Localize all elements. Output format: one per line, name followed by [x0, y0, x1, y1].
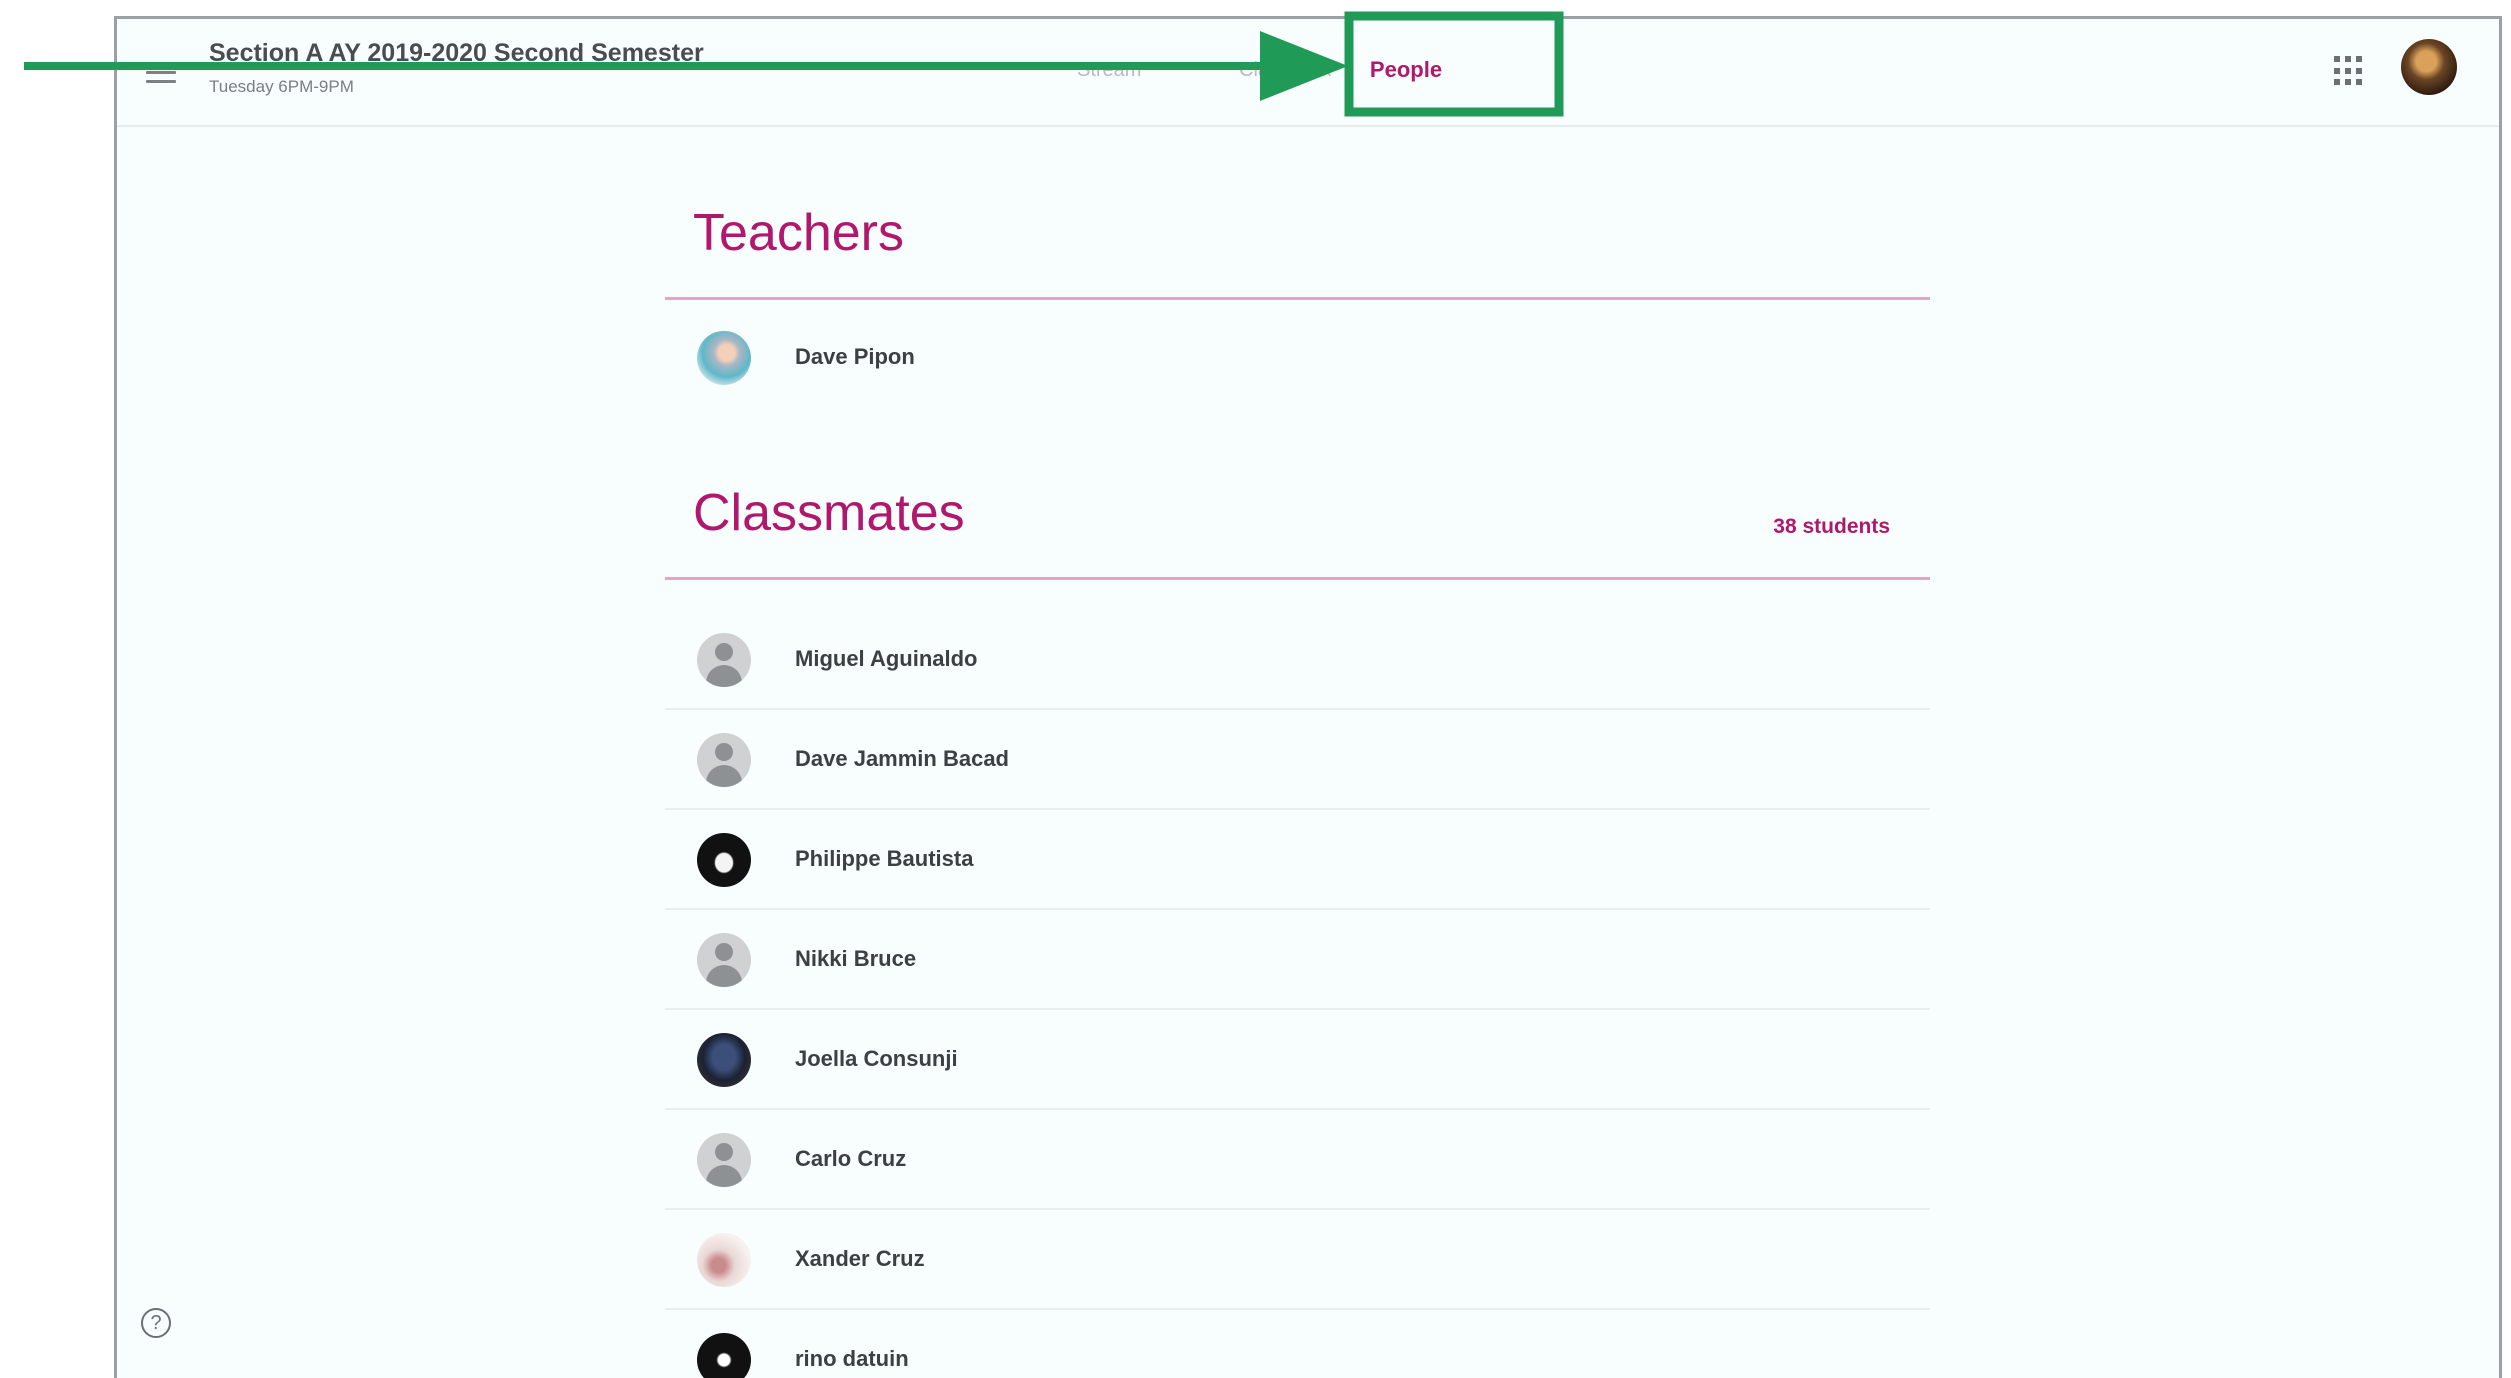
student-name: Miguel Aguinaldo	[795, 646, 978, 671]
list-item[interactable]: Miguel Aguinaldo	[665, 610, 1930, 710]
student-name: Carlo Cruz	[795, 1146, 907, 1171]
teacher-row[interactable]: Dave Pipon	[665, 308, 1930, 408]
avatar	[697, 331, 751, 385]
tab-classwork[interactable]: Classwork	[1239, 59, 1331, 82]
list-item[interactable]: Dave Jammin Bacad	[665, 710, 1930, 810]
class-subtitle: Tuesday 6PM-9PM	[209, 77, 354, 96]
teachers-heading: Teachers	[693, 204, 904, 262]
student-name: Xander Cruz	[795, 1246, 925, 1271]
avatar	[697, 1033, 751, 1087]
avatar	[697, 633, 751, 687]
avatar	[697, 933, 751, 987]
avatar	[697, 733, 751, 787]
student-name: rino datuin	[795, 1346, 909, 1371]
tab-people[interactable]: People	[1351, 57, 1461, 83]
student-name: Philippe Bautista	[795, 846, 974, 871]
classmates-divider	[665, 577, 1930, 580]
student-name: Dave Jammin Bacad	[795, 746, 1009, 771]
avatar	[697, 1133, 751, 1187]
list-item[interactable]: Joella Consunji	[665, 1010, 1930, 1110]
tab-stream[interactable]: Stream	[1077, 59, 1141, 82]
student-name: Joella Consunji	[795, 1046, 958, 1071]
account-avatar[interactable]	[2401, 39, 2457, 95]
list-item[interactable]: Nikki Bruce	[665, 910, 1930, 1010]
list-item[interactable]: Philippe Bautista	[665, 810, 1930, 910]
list-item[interactable]: Carlo Cruz	[665, 1110, 1930, 1210]
classroom-window: Section A AY 2019-2020 Second Semester T…	[114, 16, 2502, 1378]
teacher-name: Dave Pipon	[795, 344, 915, 369]
hamburger-menu-icon[interactable]	[146, 62, 176, 84]
teachers-divider	[665, 297, 1930, 300]
classmates-heading: Classmates	[693, 484, 965, 542]
top-app-bar: Section A AY 2019-2020 Second Semester T…	[117, 19, 2499, 127]
apps-grid-icon[interactable]	[2334, 56, 2364, 86]
avatar	[697, 1333, 751, 1378]
student-count: 38 students	[1773, 515, 1890, 538]
avatar	[697, 1233, 751, 1287]
list-item[interactable]: Xander Cruz	[665, 1210, 1930, 1310]
avatar	[697, 833, 751, 887]
class-title[interactable]: Section A AY 2019-2020 Second Semester	[209, 39, 704, 68]
list-item[interactable]: rino datuin	[665, 1310, 1930, 1378]
help-icon[interactable]: ?	[141, 1308, 171, 1338]
student-name: Nikki Bruce	[795, 946, 917, 971]
